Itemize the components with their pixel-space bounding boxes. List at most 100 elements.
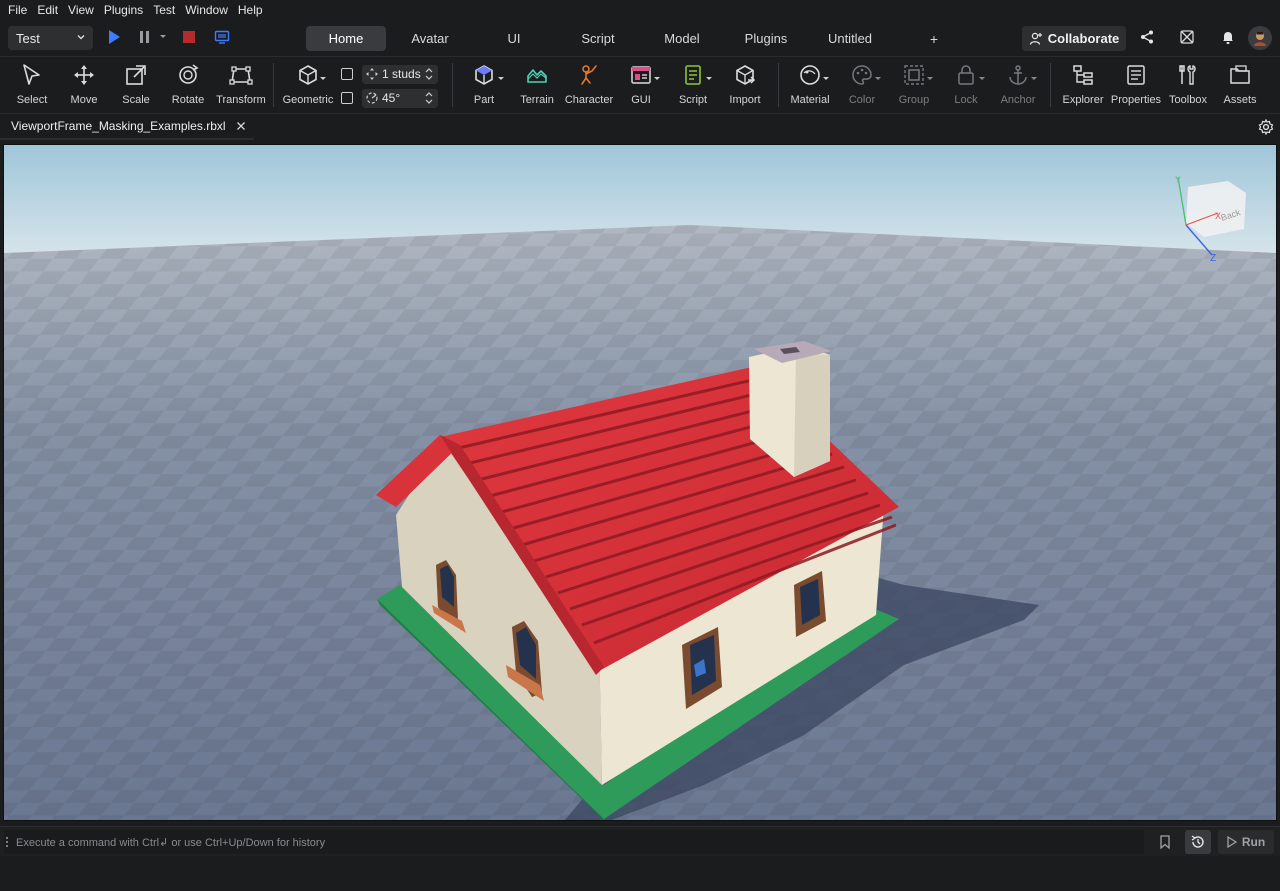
menu-edit[interactable]: Edit bbox=[32, 0, 63, 20]
pause-options-chevron-icon[interactable] bbox=[159, 34, 167, 40]
add-tab-button[interactable]: + bbox=[916, 26, 952, 51]
rotate-snap-field[interactable]: 45° bbox=[362, 88, 438, 108]
pause-icon[interactable] bbox=[139, 29, 151, 45]
history-button[interactable] bbox=[1185, 830, 1211, 854]
stepper-arrows-icon[interactable] bbox=[425, 66, 433, 82]
move-snap-field[interactable]: 1 studs bbox=[362, 64, 438, 84]
document-tab[interactable]: ViewportFrame_Masking_Examples.rbxl bbox=[0, 114, 254, 140]
properties-button[interactable]: Properties bbox=[1110, 57, 1162, 114]
menu-bar: File Edit View Plugins Test Window Help bbox=[0, 0, 1280, 20]
ribbon-divider bbox=[778, 63, 779, 107]
ribbon-divider bbox=[1050, 63, 1051, 107]
lock-label: Lock bbox=[954, 94, 978, 106]
material-label: Material bbox=[790, 94, 830, 106]
terrain-icon bbox=[527, 69, 547, 83]
gui-button[interactable]: GUI bbox=[620, 57, 662, 114]
menu-file[interactable]: File bbox=[3, 0, 32, 20]
part-button[interactable]: Part bbox=[464, 57, 504, 114]
anchor-label: Anchor bbox=[1000, 94, 1036, 106]
bookmark-button[interactable] bbox=[1152, 830, 1178, 854]
scene-render: Y Z X Back bbox=[4, 145, 1276, 820]
gear-icon[interactable] bbox=[1258, 119, 1274, 135]
rotate-snap-checkbox[interactable] bbox=[341, 92, 353, 104]
studio-window: File Edit View Plugins Test Window Help … bbox=[0, 0, 1280, 891]
share-icon[interactable] bbox=[1139, 29, 1155, 45]
status-area bbox=[0, 856, 1280, 891]
document-tab-title: ViewportFrame_Masking_Examples.rbxl bbox=[11, 119, 226, 133]
grip-handle-icon[interactable] bbox=[5, 835, 9, 849]
geometric-cube-icon bbox=[299, 65, 317, 85]
geometric-dropdown-chevron-icon[interactable] bbox=[319, 76, 327, 82]
tab-model[interactable]: Model bbox=[644, 26, 720, 51]
team-create-icon[interactable] bbox=[1179, 29, 1195, 45]
part-dropdown-chevron-icon[interactable] bbox=[497, 76, 505, 82]
tab-avatar[interactable]: Avatar bbox=[392, 26, 468, 51]
group-button[interactable]: Group bbox=[894, 57, 934, 114]
close-icon[interactable] bbox=[236, 121, 246, 131]
color-dropdown-chevron-icon[interactable] bbox=[874, 76, 882, 82]
stop-icon[interactable] bbox=[182, 29, 196, 45]
rotate-snap-row: 45° bbox=[341, 88, 438, 108]
properties-icon bbox=[1127, 65, 1145, 85]
character-button[interactable]: Character bbox=[562, 57, 616, 114]
lock-dropdown-chevron-icon[interactable] bbox=[978, 76, 986, 82]
device-emulator-icon[interactable] bbox=[214, 29, 230, 45]
anchor-dropdown-chevron-icon[interactable] bbox=[1030, 76, 1038, 82]
transform-tool-button[interactable]: Transform bbox=[216, 57, 266, 114]
stepper-arrows-icon[interactable] bbox=[425, 90, 433, 106]
menu-view[interactable]: View bbox=[63, 0, 99, 20]
move-tool-label: Move bbox=[70, 94, 98, 106]
menu-test[interactable]: Test bbox=[148, 0, 180, 20]
move-snap-checkbox[interactable] bbox=[341, 68, 353, 80]
group-dropdown-chevron-icon[interactable] bbox=[926, 76, 934, 82]
gizmo-axis-z: Z bbox=[1210, 253, 1216, 264]
play-icon[interactable] bbox=[107, 29, 121, 45]
select-tool-button[interactable]: Select bbox=[12, 57, 52, 114]
home-ribbon: Select Move Scale Rotate Transform Geome… bbox=[0, 57, 1280, 114]
run-command-button[interactable]: Run bbox=[1218, 830, 1274, 854]
gui-dropdown-chevron-icon[interactable] bbox=[653, 76, 661, 82]
scale-tool-button[interactable]: Scale bbox=[116, 57, 156, 114]
move-tool-button[interactable]: Move bbox=[64, 57, 104, 114]
terrain-button[interactable]: Terrain bbox=[516, 57, 558, 114]
collaborate-button[interactable]: Collaborate bbox=[1022, 26, 1126, 51]
menu-plugins[interactable]: Plugins bbox=[99, 0, 148, 20]
rotate-tool-button[interactable]: Rotate bbox=[168, 57, 208, 114]
lock-button[interactable]: Lock bbox=[946, 57, 986, 114]
toolbox-label: Toolbox bbox=[1169, 94, 1207, 106]
rotate-snap-icon bbox=[366, 91, 378, 104]
transform-icon bbox=[229, 66, 253, 85]
material-dropdown-chevron-icon[interactable] bbox=[822, 76, 830, 82]
material-button[interactable]: Material bbox=[788, 57, 832, 114]
assets-icon bbox=[1230, 65, 1250, 84]
tab-plugins[interactable]: Plugins bbox=[728, 26, 804, 51]
rotate-tool-label: Rotate bbox=[171, 94, 205, 106]
geometric-mode-button[interactable]: Geometric bbox=[282, 57, 334, 114]
anchor-button[interactable]: Anchor bbox=[998, 57, 1038, 114]
command-input[interactable]: Execute a command with Ctrl↲ or use Ctrl… bbox=[4, 830, 1144, 854]
3d-viewport[interactable]: Y Z X Back bbox=[3, 144, 1277, 821]
explorer-button[interactable]: Explorer bbox=[1059, 57, 1107, 114]
tab-script[interactable]: Script bbox=[560, 26, 636, 51]
rotate-icon bbox=[179, 64, 199, 84]
transform-tool-label: Transform bbox=[216, 94, 266, 106]
menu-window[interactable]: Window bbox=[180, 0, 233, 20]
test-mode-select[interactable]: Test bbox=[8, 26, 93, 50]
run-command-label: Run bbox=[1241, 835, 1266, 849]
script-label: Script bbox=[678, 94, 708, 106]
tab-home[interactable]: Home bbox=[306, 26, 386, 51]
script-dropdown-chevron-icon[interactable] bbox=[705, 76, 713, 82]
assets-button[interactable]: Assets bbox=[1219, 57, 1261, 114]
tab-untitled[interactable]: Untitled bbox=[812, 26, 888, 51]
tab-ui[interactable]: UI bbox=[476, 26, 552, 51]
menu-help[interactable]: Help bbox=[233, 0, 268, 20]
script-button[interactable]: Script bbox=[672, 57, 714, 114]
color-button[interactable]: Color bbox=[842, 57, 882, 114]
notifications-bell-icon[interactable] bbox=[1220, 29, 1236, 45]
import-button[interactable]: Import bbox=[724, 57, 766, 114]
toolbox-button[interactable]: Toolbox bbox=[1166, 57, 1210, 114]
move-arrows-icon bbox=[74, 65, 94, 85]
gui-icon bbox=[631, 66, 651, 84]
user-avatar[interactable] bbox=[1248, 26, 1272, 50]
import-label: Import bbox=[729, 94, 761, 106]
